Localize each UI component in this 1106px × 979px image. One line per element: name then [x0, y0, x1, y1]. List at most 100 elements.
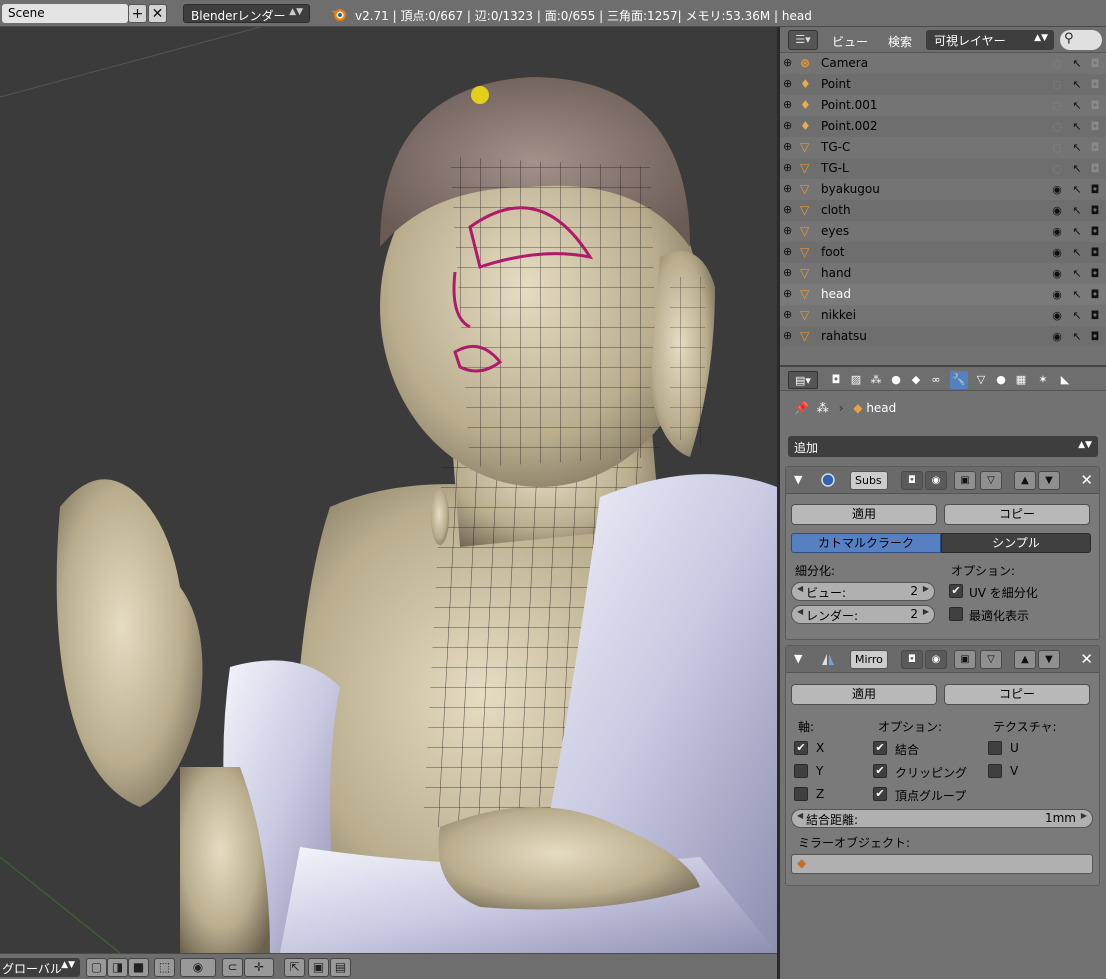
expand-icon[interactable]: ⊕ — [783, 161, 792, 174]
expand-icon[interactable]: ⊕ — [783, 119, 792, 132]
outliner-item-name[interactable]: TG-C — [821, 140, 850, 154]
expand-icon[interactable]: ⊕ — [783, 266, 792, 279]
tab-material[interactable]: ● — [992, 371, 1010, 389]
cursor-icon[interactable]: ↖ — [1070, 225, 1084, 239]
move-down-button[interactable]: ▼ — [1038, 650, 1060, 669]
editor-type-select[interactable]: ▤▾ — [788, 371, 818, 389]
cursor-icon[interactable]: ↖ — [1070, 288, 1084, 302]
expand-icon[interactable]: ⊕ — [783, 98, 792, 111]
cursor-icon[interactable]: ↖ — [1070, 183, 1084, 197]
outliner-item[interactable]: ⊕ ▽ cloth ◉ ↖ ◘ — [780, 200, 1106, 221]
outliner-item-name[interactable]: foot — [821, 245, 845, 259]
increment-arrow-icon[interactable]: ▶ — [1081, 811, 1087, 820]
transform-orientation-select[interactable]: グローバル ▲▼ — [0, 958, 80, 977]
outliner-item[interactable]: ⊕ ⊛ Camera ◌ ↖ ◘ — [780, 53, 1106, 74]
outliner-item[interactable]: ⊕ ▽ hand ◉ ↖ ◘ — [780, 263, 1106, 284]
expand-icon[interactable]: ⊕ — [783, 329, 792, 342]
subsurf-copy-button[interactable]: コピー — [944, 504, 1090, 525]
eye-icon[interactable]: ◉ — [1050, 246, 1064, 260]
camera-icon[interactable]: ◘ — [1088, 267, 1102, 281]
eye-icon[interactable]: ◉ — [1050, 330, 1064, 344]
subsurf-viewport-toggle[interactable]: ◉ — [925, 471, 947, 490]
camera-icon[interactable]: ◘ — [1088, 204, 1102, 218]
outliner-item-name[interactable]: Point.001 — [821, 98, 878, 112]
camera-icon[interactable]: ◘ — [1088, 309, 1102, 323]
limit-selection-visible-button[interactable]: ⬚ — [154, 958, 175, 977]
outliner-item-name[interactable]: hand — [821, 266, 851, 280]
cursor-icon[interactable]: ↖ — [1070, 204, 1084, 218]
add-modifier-select[interactable]: 追加 ▲▼ — [788, 436, 1098, 457]
tab-scene[interactable]: ⁂ — [867, 371, 885, 389]
camera-icon[interactable]: ◘ — [1088, 330, 1102, 344]
subdivide-uvs-checkbox[interactable]: ✔ — [949, 584, 963, 598]
outliner-item-name[interactable]: cloth — [821, 203, 851, 217]
camera-icon[interactable]: ◘ — [1088, 225, 1102, 239]
tab-modifiers[interactable]: 🔧 — [950, 371, 968, 389]
tab-particles[interactable]: ✶ — [1034, 371, 1052, 389]
vertex-select-mode-button[interactable]: ▢ — [86, 958, 107, 977]
camera-icon[interactable]: ◘ — [1088, 183, 1102, 197]
subsurf-editmode-toggle[interactable]: ▣ — [954, 471, 976, 490]
cursor-icon[interactable]: ↖ — [1070, 330, 1084, 344]
move-down-button[interactable]: ▼ — [1038, 471, 1060, 490]
eye-icon[interactable]: ◉ — [1050, 309, 1064, 323]
outliner-item[interactable]: ⊕ ▽ TG-L ◌ ↖ ◘ — [780, 158, 1106, 179]
subsurf-cage-toggle[interactable]: ▽ — [980, 471, 1002, 490]
expand-icon[interactable]: ⊕ — [783, 56, 792, 69]
pin-icon[interactable]: 📌 — [794, 401, 809, 415]
expand-icon[interactable]: ⊕ — [783, 203, 792, 216]
tab-render[interactable]: ◘ — [827, 371, 845, 389]
outliner-item[interactable]: ⊕ ♦ Point ◌ ↖ ◘ — [780, 74, 1106, 95]
decrement-arrow-icon[interactable]: ◀ — [797, 607, 803, 616]
mirror-copy-button[interactable]: コピー — [944, 684, 1090, 705]
cursor-icon[interactable]: ↖ — [1070, 246, 1084, 260]
move-up-button[interactable]: ▲ — [1014, 471, 1036, 490]
subsurf-render-toggle[interactable]: ◘ — [901, 471, 923, 490]
texture-v-checkbox[interactable] — [988, 764, 1002, 778]
cursor-icon[interactable]: ↖ — [1070, 267, 1084, 281]
expand-icon[interactable]: ⊕ — [783, 140, 792, 153]
display-mode-select[interactable]: 可視レイヤー ▲▼ — [926, 30, 1054, 50]
camera-icon[interactable]: ◘ — [1088, 99, 1102, 113]
camera-icon[interactable]: ◘ — [1088, 288, 1102, 302]
axis-z-checkbox[interactable] — [794, 787, 808, 801]
tab-object[interactable]: ◆ — [907, 371, 925, 389]
move-up-button[interactable]: ▲ — [1014, 650, 1036, 669]
tab-physics[interactable]: ◣ — [1056, 371, 1074, 389]
outliner-item-name[interactable]: Point.002 — [821, 119, 878, 133]
eye-icon[interactable]: ◉ — [1050, 204, 1064, 218]
outliner-item-name[interactable]: Camera — [821, 56, 868, 70]
cursor-icon[interactable]: ↖ — [1070, 162, 1084, 176]
scene-name-field[interactable]: Scene — [2, 4, 128, 23]
mirror-render-toggle[interactable]: ◘ — [901, 650, 923, 669]
eye-icon[interactable]: ◌ — [1050, 162, 1064, 176]
remove-modifier-button[interactable]: ✕ — [1080, 650, 1093, 668]
render-levels-field[interactable]: ◀ レンダー: 2 ▶ — [791, 605, 935, 624]
remove-scene-button[interactable]: ✕ — [148, 4, 167, 23]
opengl-render-button[interactable]: ⇱ — [284, 958, 305, 977]
3d-viewport[interactable] — [0, 27, 777, 953]
face-select-mode-button[interactable]: ■ — [128, 958, 149, 977]
outliner-item[interactable]: ⊕ ▽ rahatsu ◉ ↖ ◘ — [780, 326, 1106, 347]
mirror-apply-button[interactable]: 適用 — [791, 684, 937, 705]
proportional-editing-select[interactable]: ◉ — [180, 958, 216, 977]
cursor-icon[interactable]: ↖ — [1070, 141, 1084, 155]
axis-y-checkbox[interactable] — [794, 764, 808, 778]
outliner-item[interactable]: ⊕ ▽ TG-C ◌ ↖ ◘ — [780, 137, 1106, 158]
cursor-icon[interactable]: ↖ — [1070, 99, 1084, 113]
cursor-icon[interactable]: ↖ — [1070, 120, 1084, 134]
outliner-item-name[interactable]: byakugou — [821, 182, 880, 196]
expand-icon[interactable]: ⊕ — [783, 287, 792, 300]
outliner-item[interactable]: ⊕ ▽ nikkei ◉ ↖ ◘ — [780, 305, 1106, 326]
remove-modifier-button[interactable]: ✕ — [1080, 471, 1093, 489]
eye-icon[interactable]: ◌ — [1050, 78, 1064, 92]
expand-icon[interactable]: ⊕ — [783, 77, 792, 90]
expand-icon[interactable]: ⊕ — [783, 224, 792, 237]
outliner-item[interactable]: ⊕ ▽ head ◉ ↖ ◘ — [780, 284, 1106, 305]
tab-render-layers[interactable]: ▨ — [847, 371, 865, 389]
expand-icon[interactable]: ⊕ — [783, 308, 792, 321]
outliner-item-name[interactable]: nikkei — [821, 308, 856, 322]
expand-icon[interactable]: ⊕ — [783, 245, 792, 258]
camera-icon[interactable]: ◘ — [1088, 162, 1102, 176]
eye-icon[interactable]: ◌ — [1050, 99, 1064, 113]
